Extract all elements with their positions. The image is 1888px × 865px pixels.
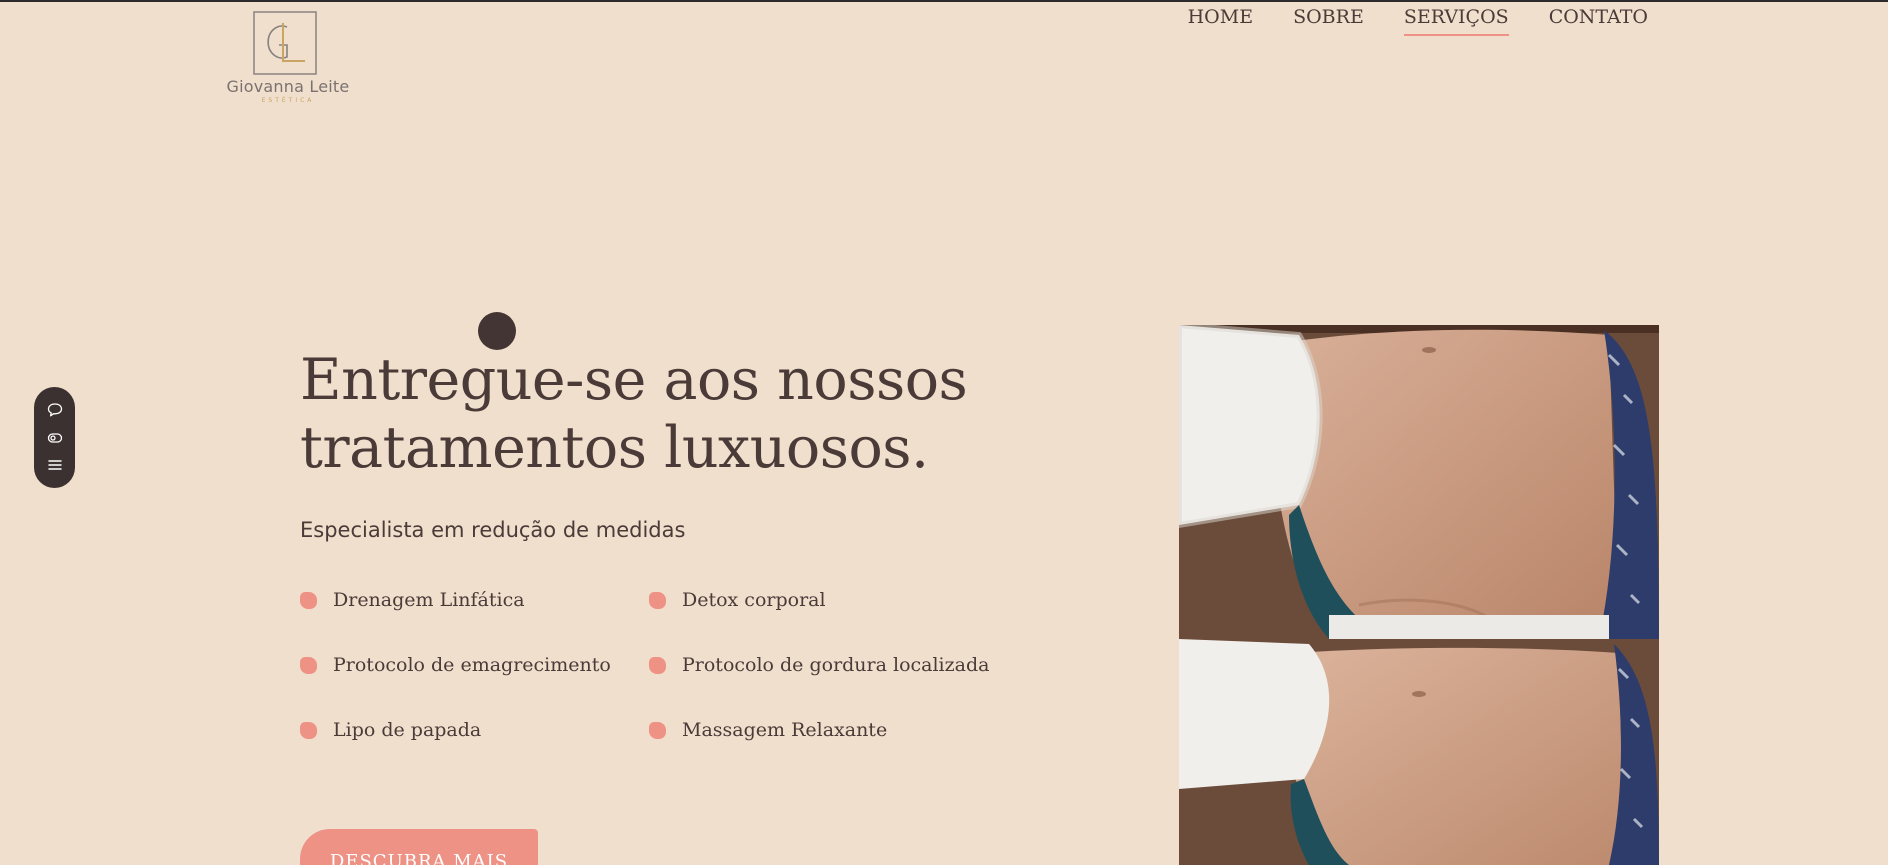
- nav-sobre[interactable]: SOBRE: [1293, 6, 1364, 36]
- service-label: Protocolo de emagrecimento: [333, 654, 611, 676]
- chat-bubble-icon[interactable]: [43, 398, 67, 422]
- service-label: Detox corporal: [682, 589, 826, 611]
- menu-icon[interactable]: [43, 453, 67, 477]
- before-after-photos: [1179, 325, 1659, 865]
- discover-more-button[interactable]: DESCUBRA MAIS: [300, 829, 538, 865]
- hero-subtitle: Especialista em redução de medidas: [300, 518, 686, 542]
- brand-name: Giovanna Leite: [226, 77, 350, 96]
- service-label: Massagem Relaxante: [682, 719, 888, 741]
- service-label: Protocolo de gordura localizada: [682, 654, 990, 676]
- bullet-icon: [649, 656, 666, 674]
- hero-title: Entregue-se aos nossos tratamentos luxuo…: [300, 346, 1060, 482]
- floating-toolbar: [34, 387, 75, 488]
- main-nav: HOME SOBRE SERVIÇOS CONTATO: [1188, 6, 1648, 36]
- brand-logo[interactable]: Giovanna Leite ESTÉTICA: [226, 10, 350, 106]
- bullet-icon: [300, 656, 317, 674]
- hero-title-line-1: Entregue-se aos nossos: [300, 347, 968, 413]
- bullet-icon: [300, 591, 317, 609]
- service-item: Drenagem Linfática: [300, 588, 649, 612]
- nav-servicos[interactable]: SERVIÇOS: [1403, 6, 1509, 36]
- service-item: Detox corporal: [649, 588, 989, 612]
- service-item: Massagem Relaxante: [649, 718, 989, 742]
- abdomen-before-photo: [1179, 325, 1659, 639]
- top-border: [0, 0, 1888, 2]
- service-item: Protocolo de gordura localizada: [649, 653, 989, 677]
- service-label: Lipo de papada: [333, 719, 482, 741]
- brand-tagline: ESTÉTICA: [261, 97, 315, 104]
- gl-monogram-icon: [253, 11, 317, 75]
- nav-contato[interactable]: CONTATO: [1549, 6, 1648, 36]
- toggle-icon[interactable]: [43, 426, 67, 450]
- bullet-icon: [649, 721, 666, 739]
- hero-title-line-2: tratamentos luxuosos.: [300, 415, 929, 481]
- bullet-icon: [649, 591, 666, 609]
- bullet-icon: [300, 721, 317, 739]
- nav-home[interactable]: HOME: [1188, 6, 1253, 36]
- service-label: Drenagem Linfática: [333, 589, 525, 611]
- service-item: Lipo de papada: [300, 718, 649, 742]
- service-item: Protocolo de emagrecimento: [300, 653, 649, 677]
- services-list: Drenagem Linfática Detox corporal Protoc…: [300, 588, 1000, 742]
- abdomen-after-photo: [1179, 639, 1659, 865]
- decorative-dot: [478, 312, 516, 350]
